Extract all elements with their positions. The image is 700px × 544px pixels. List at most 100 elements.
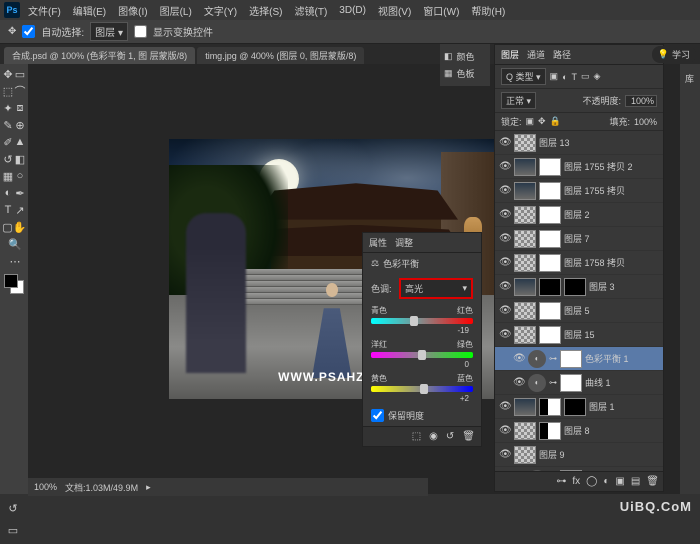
layer-row[interactable]: 👁 图层 13: [495, 131, 663, 155]
tab-document-2[interactable]: timg.jpg @ 400% (图层 0, 图层蒙版/8): [197, 47, 364, 64]
layer-row[interactable]: 👁图层 1755 拷贝: [495, 179, 663, 203]
visibility-icon[interactable]: 👁: [499, 233, 511, 244]
learn-button[interactable]: 💡学习: [652, 46, 696, 63]
type-tool[interactable]: T: [2, 202, 14, 218]
layer-thumb[interactable]: [514, 446, 536, 464]
filter-adj-icon[interactable]: ◐: [562, 72, 567, 82]
layer-name[interactable]: 图层 15: [564, 328, 659, 341]
clip-icon[interactable]: ⬚: [412, 431, 421, 442]
layer-name[interactable]: 图层 1: [589, 400, 659, 413]
tone-dropdown[interactable]: 高光▾: [399, 278, 473, 299]
menu-type[interactable]: 文字(Y): [200, 3, 241, 18]
filter-pixel-icon[interactable]: ▣: [550, 71, 559, 82]
layer-name[interactable]: 图层 1755 拷贝: [564, 184, 659, 197]
layer-name[interactable]: 曲线 1: [585, 376, 659, 389]
menu-layer[interactable]: 图层(L): [156, 3, 196, 18]
visibility-icon[interactable]: 👁: [513, 377, 525, 388]
layer-row[interactable]: 👁 图层 15: [495, 323, 663, 347]
channels-tab[interactable]: 通道: [527, 48, 545, 61]
layer-name[interactable]: 图层 5: [564, 304, 659, 317]
menu-edit[interactable]: 编辑(E): [69, 3, 110, 18]
layer-name[interactable]: 色彩平衡 1: [585, 352, 659, 365]
visibility-icon[interactable]: 👁: [499, 137, 511, 148]
filter-smart-icon[interactable]: ◈: [594, 71, 601, 82]
menu-help[interactable]: 帮助(H): [467, 3, 509, 18]
preserve-luminosity-checkbox[interactable]: [371, 409, 384, 422]
add-mask-icon[interactable]: ◯: [586, 476, 597, 487]
wand-tool[interactable]: ✦: [2, 100, 14, 116]
eyedropper-tool[interactable]: ✎: [2, 117, 14, 133]
dodge-tool[interactable]: ◐: [2, 185, 14, 201]
layer-thumb[interactable]: [514, 158, 536, 176]
visibility-icon[interactable]: 👁: [499, 425, 511, 436]
opacity-value[interactable]: 100%: [625, 95, 657, 107]
pen-tool[interactable]: ✒: [14, 185, 26, 201]
zoom-tool[interactable]: 🔍: [2, 236, 28, 252]
auto-select-checkbox[interactable]: [22, 25, 35, 38]
visibility-icon[interactable]: 👁: [499, 305, 511, 316]
color-swatches[interactable]: [4, 274, 24, 294]
eraser-tool[interactable]: ◧: [14, 151, 26, 167]
layer-mask[interactable]: [539, 158, 561, 176]
shape-tool[interactable]: ▢: [2, 219, 13, 235]
layers-tab[interactable]: 图层: [501, 48, 519, 61]
menu-filter[interactable]: 滤镜(T): [291, 3, 332, 18]
layer-thumb[interactable]: [514, 206, 536, 224]
layer-name[interactable]: 图层 13: [539, 136, 659, 149]
reset-icon[interactable]: ↺: [446, 431, 454, 442]
menu-3d[interactable]: 3D(D): [335, 5, 370, 16]
layer-name[interactable]: 图层 2: [564, 208, 659, 221]
visibility-icon[interactable]: 👁: [499, 161, 511, 172]
layer-fx-icon[interactable]: fx: [572, 476, 580, 487]
visibility-icon[interactable]: 👁: [499, 449, 511, 460]
lock-position-icon[interactable]: ✥: [538, 116, 546, 127]
layer-mask[interactable]: [560, 374, 582, 392]
layer-mask[interactable]: [539, 278, 561, 296]
layer-thumb[interactable]: [514, 182, 536, 200]
layer-mask[interactable]: [539, 230, 561, 248]
filter-shape-icon[interactable]: ▭: [581, 71, 590, 82]
visibility-icon[interactable]: 👁: [499, 209, 511, 220]
layer-mask-2[interactable]: [564, 398, 586, 416]
layer-mask[interactable]: [539, 302, 561, 320]
layer-name[interactable]: 图层 9: [539, 448, 659, 461]
filter-type-icon[interactable]: T: [572, 72, 578, 82]
paths-tab[interactable]: 路径: [553, 48, 571, 61]
layer-mask[interactable]: [560, 470, 582, 472]
menu-window[interactable]: 窗口(W): [419, 3, 463, 18]
layers-list[interactable]: 👁图层 13👁图层 1755 拷贝 2👁图层 1755 拷贝👁图层 2👁图层 7…: [495, 131, 663, 471]
layer-row[interactable]: 👁图层 7: [495, 227, 663, 251]
layer-mask[interactable]: [539, 254, 561, 272]
lock-pixels-icon[interactable]: ▣: [526, 116, 535, 127]
brush-tool[interactable]: ✐: [2, 134, 14, 150]
color-tab[interactable]: 颜色: [457, 50, 475, 63]
slider-value-2[interactable]: 0: [371, 360, 473, 369]
marquee-tool[interactable]: ⬚: [2, 83, 14, 99]
slider-track-2[interactable]: [371, 352, 473, 358]
visibility-icon[interactable]: 👁: [499, 401, 511, 412]
layer-thumb[interactable]: [514, 278, 536, 296]
layer-mask[interactable]: [539, 182, 561, 200]
layer-thumb[interactable]: [514, 230, 536, 248]
layer-thumb[interactable]: [514, 134, 536, 152]
tab-document-1[interactable]: 合成.psd @ 100% (色彩平衡 1, 图 层蒙版/8): [4, 47, 195, 64]
blend-mode-dropdown[interactable]: 正常 ▾: [501, 92, 536, 109]
layer-mask[interactable]: [539, 422, 561, 440]
layer-row[interactable]: 👁 图层 2: [495, 203, 663, 227]
kind-filter[interactable]: Q 类型 ▾: [501, 68, 546, 85]
fill-value[interactable]: 100%: [634, 117, 657, 127]
visibility-icon[interactable]: 👁: [499, 257, 511, 268]
gradient-tool[interactable]: ▦: [2, 168, 14, 184]
delete-layer-icon[interactable]: 🗑: [646, 476, 659, 487]
layer-row[interactable]: 👁◐⊶色彩平衡 1: [495, 347, 663, 371]
layer-thumb[interactable]: [514, 254, 536, 272]
visibility-icon[interactable]: 👁: [499, 329, 511, 340]
auto-select-dropdown[interactable]: 图层 ▾: [90, 22, 128, 41]
layer-row[interactable]: 👁◐⊶曲线 1: [495, 371, 663, 395]
slider-track-1[interactable]: [371, 318, 473, 324]
path-tool[interactable]: ↗: [14, 202, 26, 218]
layer-thumb[interactable]: [514, 422, 536, 440]
layer-mask[interactable]: [539, 398, 561, 416]
show-transform-checkbox[interactable]: [134, 25, 147, 38]
layer-row[interactable]: 👁图层 1758 拷贝: [495, 251, 663, 275]
